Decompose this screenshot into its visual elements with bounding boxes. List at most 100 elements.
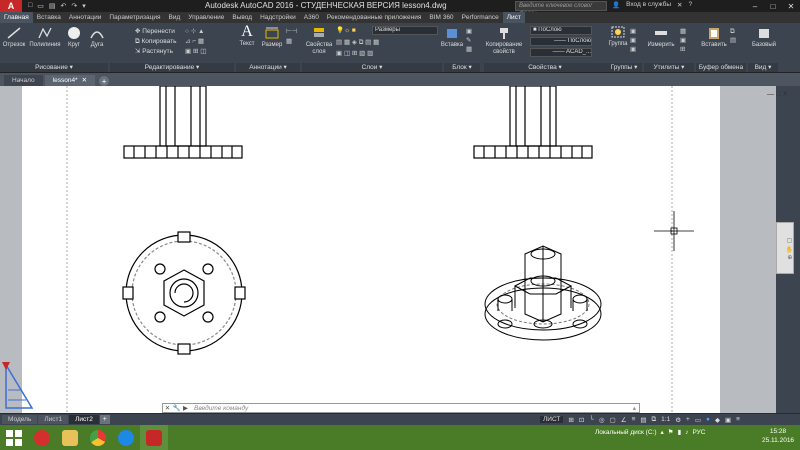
taskbar-explorer[interactable] — [56, 425, 84, 450]
layer-properties-button[interactable]: Свойства слоя — [304, 26, 334, 56]
doc-tab-lesson4[interactable]: lesson4* ✕ — [44, 75, 96, 86]
copy-button[interactable]: ⧉ Копировать — [135, 37, 176, 46]
volume-icon[interactable]: ♪ — [685, 429, 688, 436]
clipboard-tools-icons[interactable]: ⧉ ▤ — [730, 27, 736, 45]
tray-expand-icon[interactable]: ▴ — [661, 428, 664, 436]
dimension-button[interactable]: Размер — [260, 26, 284, 49]
arc-button[interactable]: Дуга — [86, 26, 108, 49]
tab-performance[interactable]: Performance — [458, 12, 503, 23]
polar-icon[interactable]: ◎ — [599, 416, 605, 424]
command-line[interactable]: ✕ 🔧 ▶ Введите команду ▴ — [162, 403, 640, 413]
help-icon[interactable]: ? — [689, 1, 693, 9]
taskbar-chrome[interactable] — [84, 425, 112, 450]
cmd-history-icon[interactable]: ▴ — [633, 404, 639, 412]
insert-block-button[interactable]: Вставка — [440, 26, 464, 49]
group-button[interactable]: Группа — [606, 25, 630, 48]
stretch-button[interactable]: ⇲ Растянуть — [135, 47, 173, 56]
layout-tab-sheet2[interactable]: Лист2 — [69, 415, 99, 424]
user-icon[interactable]: 👤 — [612, 1, 620, 9]
panel-draw-title[interactable]: Рисование ▾ — [0, 63, 108, 72]
close-tab-icon[interactable]: ✕ — [82, 75, 87, 86]
panel-layers-title[interactable]: Слои ▾ — [302, 63, 442, 72]
layout-tab-model[interactable]: Модель — [2, 415, 38, 424]
taskbar-opera[interactable] — [28, 425, 56, 450]
panel-utilities-title[interactable]: Утилиты ▾ — [644, 63, 694, 72]
grid-icon[interactable]: ⊞ — [568, 416, 573, 424]
space-toggle[interactable]: ЛИСТ — [540, 416, 564, 423]
tab-home[interactable]: Главная — [0, 12, 33, 23]
panel-annotation-title[interactable]: Аннотации ▾ — [236, 63, 300, 72]
selection-cycle-icon[interactable]: ⧉ — [652, 416, 657, 424]
paste-button[interactable]: Вставить — [700, 26, 728, 49]
signin-link[interactable]: Вход в службы — [626, 1, 671, 9]
line-button[interactable]: Отрезок — [2, 26, 26, 49]
save-icon[interactable]: ▤ — [49, 2, 56, 10]
units-icon[interactable]: ▭ — [695, 416, 701, 424]
measure-button[interactable]: Измерить — [646, 26, 676, 49]
minimize-button[interactable]: – — [746, 0, 764, 12]
layer-tools-icons[interactable]: ▤ ▦ ◈ ⧉ ▤ ▦ — [336, 38, 379, 47]
maximize-button[interactable]: □ — [764, 0, 782, 12]
tab-bim360[interactable]: BIM 360 — [425, 12, 457, 23]
tab-insert[interactable]: Вставка — [33, 12, 65, 23]
panel-modify-title[interactable]: Редактирование ▾ — [110, 63, 234, 72]
disk-label[interactable]: Локальный диск (C:) — [595, 429, 657, 436]
group-tools-icons[interactable]: ▣ ▣ ▣ — [630, 27, 636, 54]
layer-combo[interactable]: Размеры — [372, 26, 438, 35]
cart-icon[interactable]: ✕ — [677, 1, 682, 9]
close-cmd-icon[interactable]: ✕ — [163, 404, 172, 412]
tab-a360[interactable]: A360 — [300, 12, 323, 23]
tab-view[interactable]: Вид — [165, 12, 185, 23]
navigation-bar[interactable]: ▢ ✋ ⊕ — [776, 222, 794, 274]
flag-icon[interactable]: ⚑ — [668, 428, 674, 436]
color-combo[interactable]: ■ ПоСлою — [530, 26, 592, 35]
app-menu-button[interactable]: A — [0, 0, 22, 12]
layer-tools2-icons[interactable]: ▣ ◫ ⊞ ▧ ▨ — [336, 49, 373, 58]
lineweight-icon[interactable]: ≡ — [632, 416, 636, 423]
taskbar-ie[interactable] — [112, 425, 140, 450]
annotation-monitor-icon[interactable]: + — [686, 416, 690, 423]
panel-block-title[interactable]: Блок ▾ — [444, 63, 480, 72]
table-icon[interactable]: ▦ — [286, 37, 292, 46]
customize-status-icon[interactable]: ≡ — [736, 416, 740, 423]
text-button[interactable]: A Текст — [236, 24, 258, 48]
panel-groups-title[interactable]: Группы ▾ — [606, 63, 642, 72]
network-icon[interactable]: ▮ — [678, 428, 682, 436]
ortho-icon[interactable]: └ — [589, 416, 594, 423]
tab-layout[interactable]: Лист — [502, 12, 525, 23]
clock[interactable]: 15:28 25.11.2016 — [762, 427, 794, 445]
redo-icon[interactable]: ↷ — [71, 2, 77, 10]
block-tools-icons[interactable]: ▣ ✎ ▦ — [466, 27, 472, 54]
scale-icon[interactable]: ▣ ⊞ ◫ — [185, 47, 206, 56]
tab-annotate[interactable]: Аннотации — [65, 12, 106, 23]
hardware-icon[interactable]: ◆ — [715, 416, 720, 424]
workspace-icon[interactable]: ⚙ — [675, 416, 681, 424]
isolate-icon[interactable]: ● — [706, 416, 710, 423]
new-tab-button[interactable]: + — [99, 76, 110, 86]
tab-featured-apps[interactable]: Рекомендованные приложения — [323, 12, 425, 23]
lineweight-combo[interactable]: —— ACAD_... — [530, 48, 592, 57]
snap-icon[interactable]: ⊡ — [579, 416, 584, 424]
circle-button[interactable]: Круг — [63, 26, 85, 49]
utility-tools-icons[interactable]: ▦ ▣ ⊞ — [680, 27, 686, 54]
customize-icon[interactable]: 🔧 — [172, 404, 181, 412]
language-indicator[interactable]: РУС — [692, 429, 705, 436]
base-view-button[interactable]: Базовый — [750, 26, 778, 49]
layout-tab-sheet1[interactable]: Лист1 — [38, 415, 69, 424]
linetype-combo[interactable]: —— ПоСлою — [530, 37, 592, 46]
mirror-icon[interactable]: ⊿ ⌐ ▦ — [185, 37, 204, 46]
polyline-button[interactable]: Полилиния — [28, 26, 62, 49]
rotate-icon[interactable]: ○ ⊹ ▲ — [185, 27, 204, 36]
tab-parametric[interactable]: Параметризация — [105, 12, 164, 23]
clean-screen-icon[interactable]: ▣ — [725, 416, 731, 424]
tab-addins[interactable]: Надстройки — [256, 12, 300, 23]
doc-tab-start[interactable]: Начало — [4, 75, 43, 86]
panel-view-title[interactable]: Вид ▾ — [748, 63, 778, 72]
undo-icon[interactable]: ↶ — [60, 2, 66, 10]
transparency-icon[interactable]: ▤ — [640, 416, 646, 424]
search-input[interactable]: Введите ключевое слово/фразу — [515, 1, 607, 17]
add-layout-button[interactable]: + — [99, 415, 110, 424]
open-icon[interactable]: ▭ — [37, 2, 44, 10]
qat-dropdown-icon[interactable]: ▾ — [82, 2, 86, 10]
move-button[interactable]: ✥ Перенести — [135, 27, 175, 36]
